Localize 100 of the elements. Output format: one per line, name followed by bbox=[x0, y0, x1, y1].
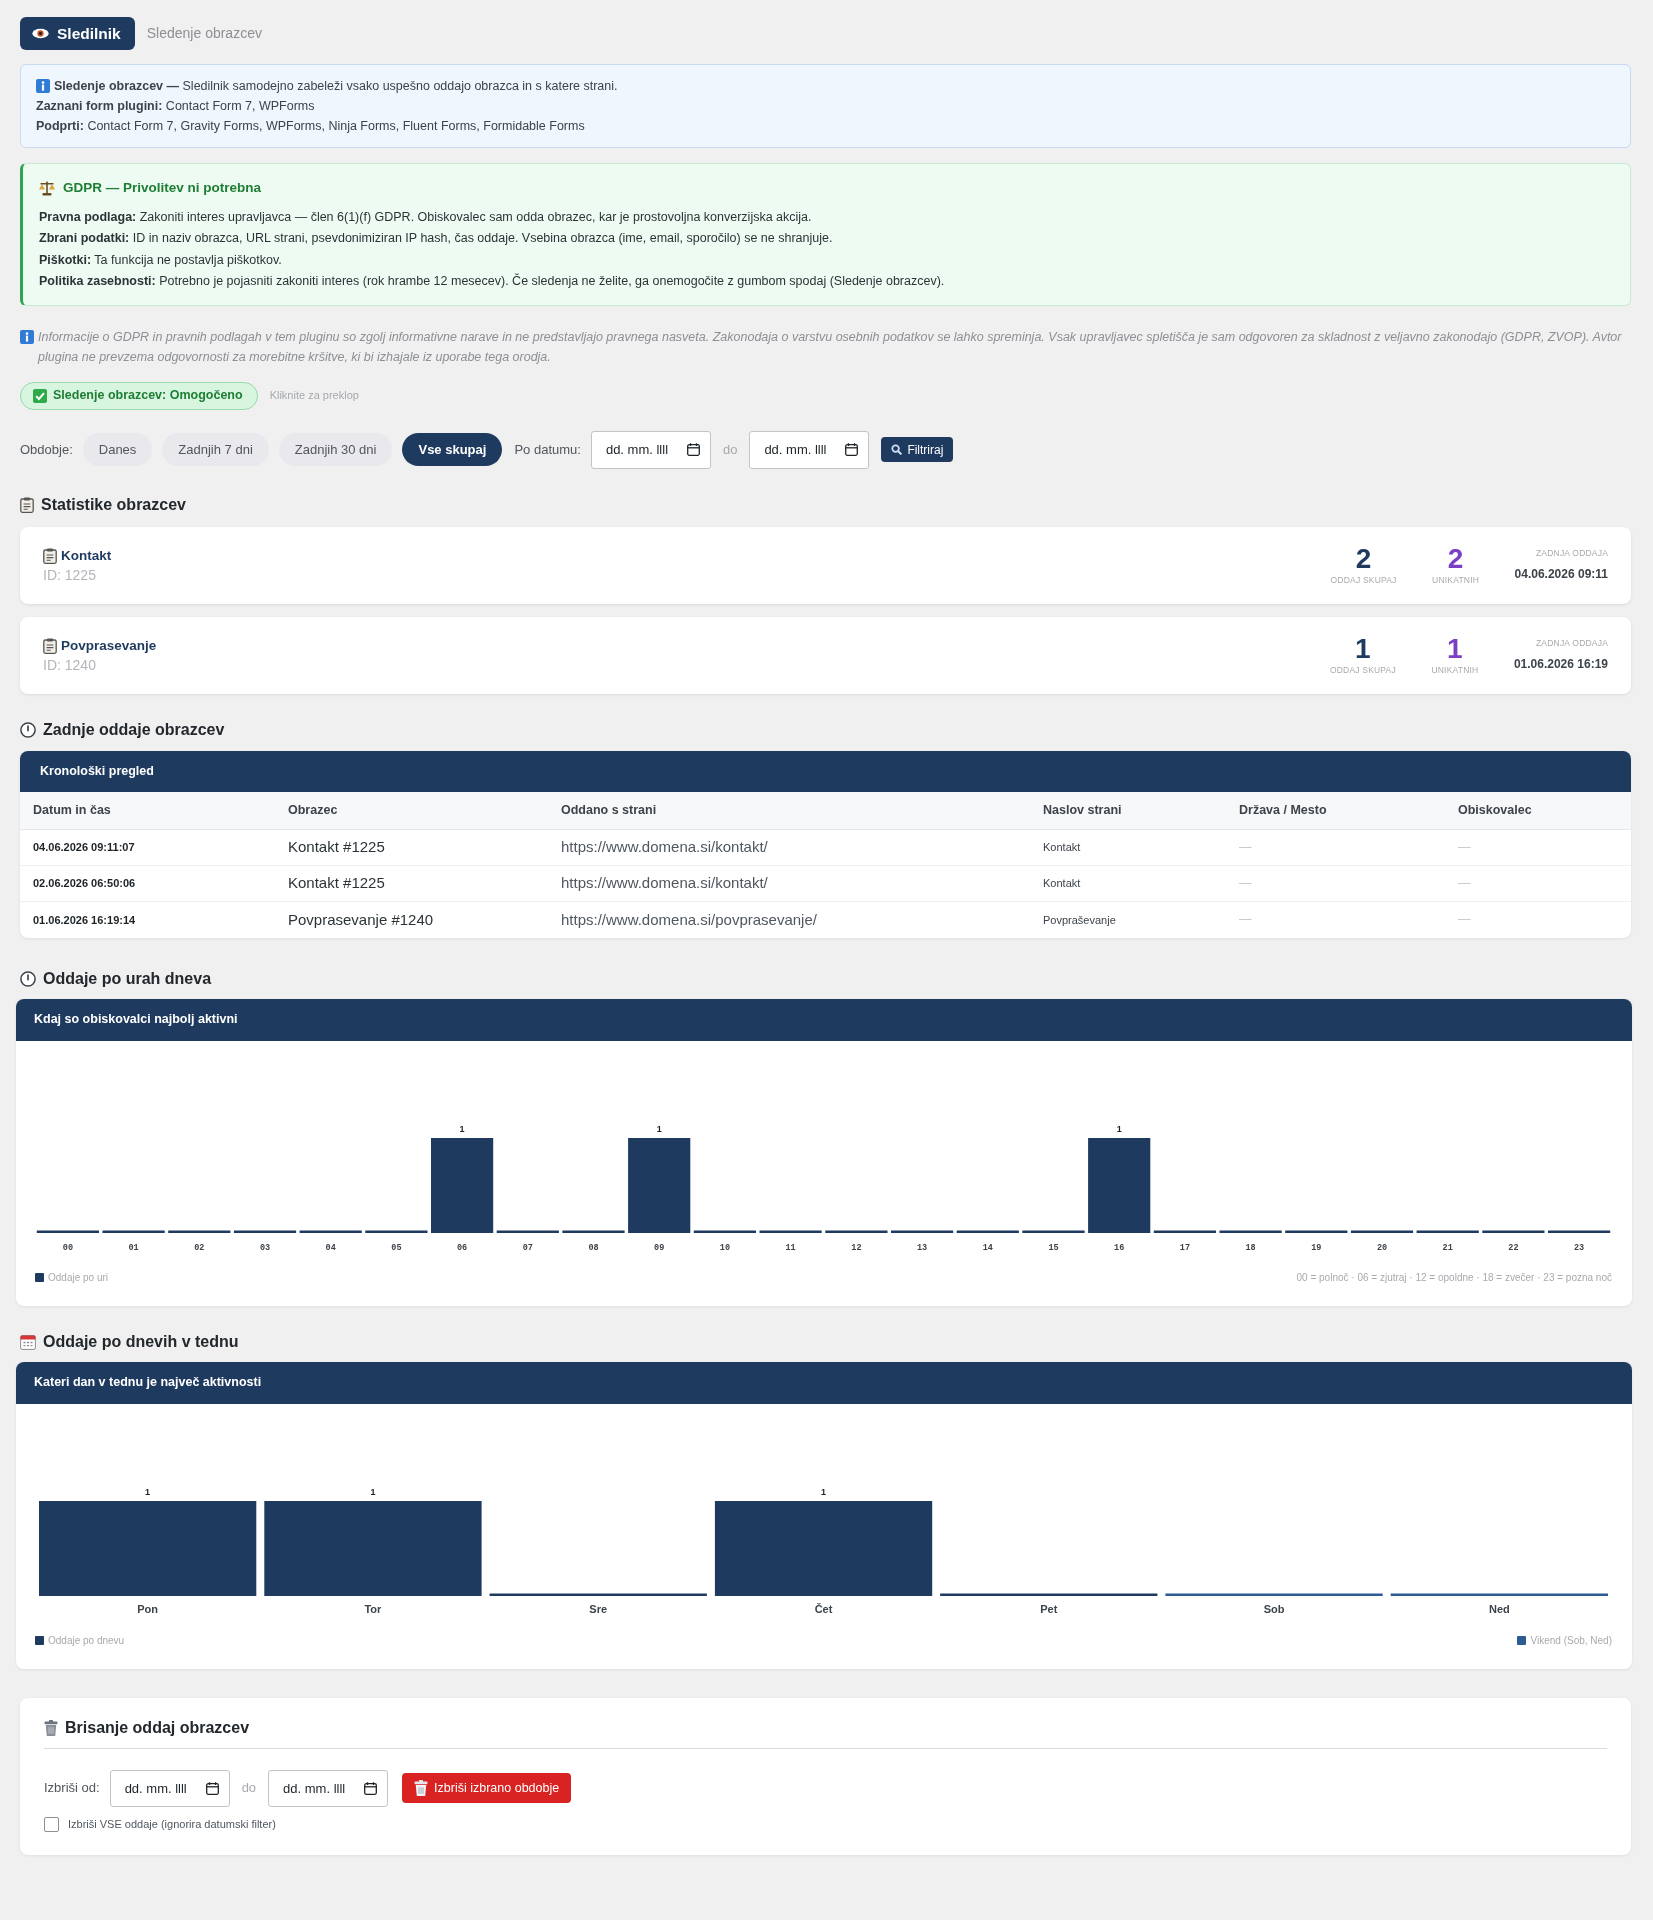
column-header: Država / Mesto bbox=[1226, 791, 1445, 830]
table-cell: Kontakt bbox=[1030, 865, 1226, 902]
checkmark-icon bbox=[33, 388, 47, 403]
stat-label: UNIKATNIH bbox=[1431, 573, 1481, 587]
table-cell: — bbox=[1226, 865, 1445, 902]
axis-label: 16 bbox=[1114, 1242, 1125, 1253]
form-id: ID: 1240 bbox=[43, 657, 96, 674]
chart-bar bbox=[891, 1230, 954, 1233]
tracking-toggle[interactable]: Sledenje obrazcev: Omogočeno bbox=[20, 381, 258, 410]
table-cell: https://www.domena.si/kontakt/ bbox=[548, 865, 1030, 902]
date-field[interactable]: dd. mm. llll bbox=[268, 1769, 389, 1807]
stat-label: ZADNJA ODDAJA bbox=[1534, 546, 1608, 560]
axis-label: Pet bbox=[1040, 1602, 1058, 1615]
table-cell: Povprasevanje #1240 bbox=[275, 901, 548, 938]
calendar-icon bbox=[845, 443, 859, 456]
table-cell: 04.06.2026 09:11:07 bbox=[20, 829, 275, 866]
section-title: Oddaje po dnevih v tednu bbox=[43, 1331, 239, 1352]
last-submission-date: 01.06.2026 16:19 bbox=[1513, 656, 1608, 674]
table-cell: Kontakt bbox=[1030, 829, 1226, 866]
calendar-icon bbox=[686, 443, 700, 456]
axis-label: 19 bbox=[1311, 1242, 1322, 1253]
chart-bar bbox=[1022, 1230, 1085, 1233]
notice-title: GDPR — Privolitev ni potrebna bbox=[63, 179, 262, 197]
chart-bar bbox=[1285, 1230, 1348, 1233]
table-cell: 01.06.2026 16:19:14 bbox=[20, 901, 275, 938]
column-header: Naslov strani bbox=[1030, 791, 1226, 830]
section-title: Oddaje po urah dneva bbox=[43, 968, 212, 989]
chart-bar bbox=[562, 1230, 625, 1233]
period-button[interactable]: Zadnjih 30 dni bbox=[278, 433, 393, 466]
eye-icon bbox=[32, 28, 49, 39]
filter-label: Po datumu: bbox=[514, 440, 581, 459]
chart-bar bbox=[1548, 1230, 1611, 1233]
card-header: Kronološki pregled bbox=[20, 750, 1631, 792]
period-button[interactable]: Zadnjih 7 dni bbox=[162, 433, 269, 466]
bar-value-label: 1 bbox=[1116, 1123, 1122, 1134]
delete-button[interactable]: Izbriši izbrano obdobje bbox=[402, 1773, 572, 1803]
stat-label: ODDAJ SKUPAJ bbox=[1330, 573, 1397, 587]
axis-label: Tor bbox=[364, 1602, 382, 1615]
bar-value-label: 1 bbox=[656, 1123, 662, 1134]
date-field[interactable]: dd. mm. llll bbox=[749, 430, 870, 469]
chart-bar bbox=[168, 1230, 231, 1233]
period-button[interactable]: Vse skupaj bbox=[402, 433, 503, 466]
date-field[interactable]: dd. mm. llll bbox=[109, 1769, 230, 1807]
chart-bar bbox=[825, 1230, 888, 1233]
range-separator: do bbox=[722, 440, 738, 459]
section-title: Statistike obrazcev bbox=[41, 494, 186, 515]
stat-label: UNIKATNIH bbox=[1430, 663, 1480, 677]
chart-bar bbox=[1153, 1230, 1216, 1233]
table-cell: Kontakt #1225 bbox=[275, 865, 548, 902]
chart-bar bbox=[1350, 1230, 1414, 1233]
axis-label: 07 bbox=[522, 1242, 533, 1253]
chart-bar bbox=[956, 1230, 1019, 1233]
chart-bar bbox=[693, 1230, 756, 1233]
legend-label: Oddaje po dnevu bbox=[48, 1634, 125, 1648]
table-cell: https://www.domena.si/kontakt/ bbox=[548, 829, 1030, 866]
chart-bar bbox=[1416, 1230, 1479, 1233]
axis-label: 23 bbox=[1574, 1242, 1585, 1253]
stat-label: ODDAJ SKUPAJ bbox=[1329, 663, 1396, 677]
axis-label: 01 bbox=[128, 1242, 139, 1253]
trash-icon bbox=[44, 1719, 58, 1736]
table-cell: — bbox=[1226, 829, 1445, 866]
axis-label: 21 bbox=[1442, 1242, 1453, 1253]
disclaimer-text: Informacije o GDPR in pravnih podlagah v tem pluginu so zgolj informativne narave in ne predstavljajo pravnega nasveta. Zakonodaja o varstvu osebnih podatkov se lahko spreminja. Vsak upravljavec spletišča je sam odgovoren za skladnost z veljavno zakonodajo (GDPR, ZVOP). Avtor plugina ne prevzema odgovornosti za morebitne kršitve, ki bi izhajale iz uporabe tega orodja. bbox=[38, 328, 1623, 366]
legend-note: 00 = polnoč · 06 = zjutraj · 12 = opoldne · 18 = zvečer · 23 = pozna noč bbox=[1296, 1271, 1612, 1285]
notice-line: Zaznani form plugini: Contact Form 7, WPForms bbox=[36, 98, 315, 115]
date-field[interactable]: dd. mm. llll bbox=[590, 430, 711, 469]
axis-label: Ned bbox=[1489, 1602, 1510, 1615]
filter-button[interactable]: Filtriraj bbox=[881, 437, 954, 462]
clipboard-icon bbox=[43, 638, 57, 654]
chart-bar bbox=[1219, 1230, 1282, 1233]
column-header: Obiskovalec bbox=[1445, 791, 1631, 830]
axis-label: 11 bbox=[785, 1242, 796, 1253]
table-cell: Kontakt #1225 bbox=[275, 829, 548, 866]
bar-value-label: 1 bbox=[459, 1123, 465, 1134]
axis-label: 14 bbox=[982, 1242, 993, 1253]
notice-line: Pravna podlaga: Zakoniti interes upravljavca — člen 6(1)(f) GDPR. Obiskovalec sam odda obrazec, kar je prostovoljna konverzijska akcija. bbox=[39, 209, 812, 224]
chart-bar bbox=[1482, 1230, 1545, 1233]
stat-value: 2 bbox=[1354, 543, 1373, 574]
table-cell: https://www.domena.si/povprasevanje/ bbox=[548, 901, 1030, 938]
chart-bar bbox=[233, 1230, 297, 1233]
table-cell: — bbox=[1226, 901, 1445, 938]
clipboard-icon bbox=[43, 548, 57, 564]
trash-icon bbox=[414, 1780, 429, 1796]
card-header: Kdaj so obiskovalci najbolj aktivni bbox=[16, 998, 1632, 1041]
column-header: Datum in čas bbox=[20, 791, 275, 830]
period-button[interactable]: Danes bbox=[82, 433, 153, 466]
stat-value: 1 bbox=[1354, 633, 1372, 664]
last-submission-date: 04.06.2026 09:11 bbox=[1514, 566, 1608, 584]
axis-label: 13 bbox=[917, 1242, 928, 1253]
table-cell: Povpraševanje bbox=[1030, 901, 1226, 938]
axis-label: 08 bbox=[588, 1242, 599, 1253]
axis-label: Sre bbox=[589, 1602, 608, 1615]
notice-line: Zbrani podatki: ID in naziv obrazca, URL strani, psevdonimiziran IP hash, čas oddaje. Vsebina obrazca (ime, email, sporočilo) se ne shranjuje. bbox=[39, 231, 833, 245]
clipboard-icon bbox=[20, 496, 34, 513]
info-icon bbox=[20, 329, 34, 344]
axis-label: Sob bbox=[1263, 1602, 1285, 1615]
stat-label: ZADNJA ODDAJA bbox=[1534, 636, 1608, 650]
checkbox[interactable] bbox=[44, 1817, 59, 1832]
table-cell: — bbox=[1445, 901, 1631, 938]
card-title: Brisanje oddaj obrazcev bbox=[65, 1717, 250, 1738]
